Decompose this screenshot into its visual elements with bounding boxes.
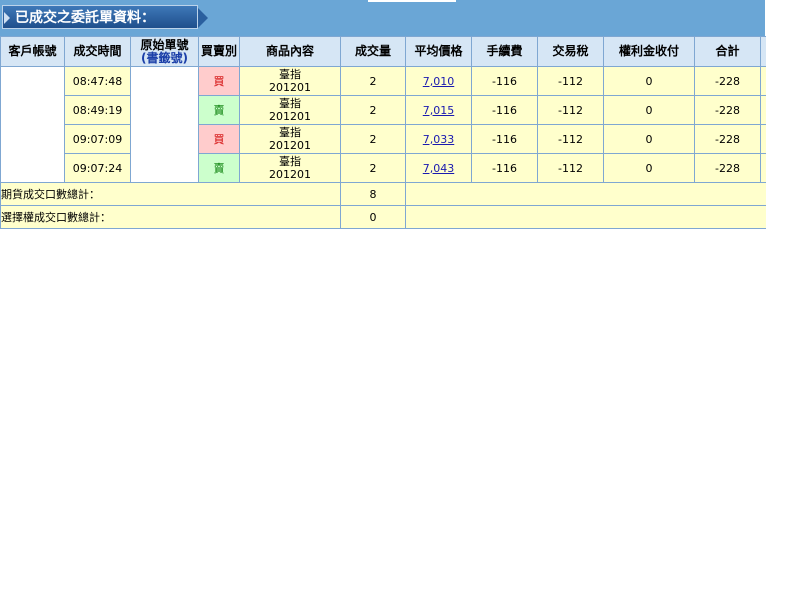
- order-no-cell: [130, 66, 199, 183]
- avg-price-link[interactable]: 7,015: [423, 104, 455, 117]
- fee-cell: -116: [471, 95, 538, 125]
- total-cell: -228: [694, 153, 761, 183]
- total-cell: -228: [694, 95, 761, 125]
- tax-cell: -112: [537, 124, 604, 154]
- futures-total-blank: [405, 182, 766, 206]
- product-month: 201201: [269, 81, 311, 94]
- premium-cell: 0: [603, 66, 695, 96]
- table-row: 08:49:19 賣 臺指 201201 2 7,015 -116 -112 0…: [1, 95, 766, 125]
- edge-cell: [760, 95, 766, 125]
- side-cell-buy: 買: [198, 66, 240, 96]
- options-total-label: 選擇權成交口數總計：: [0, 205, 341, 229]
- col-header-product[interactable]: 商品內容: [239, 36, 341, 67]
- col-header-account[interactable]: 客戶帳號: [0, 36, 65, 67]
- product-cell: 臺指 201201: [239, 153, 341, 183]
- tax-cell: -112: [537, 66, 604, 96]
- product-month: 201201: [269, 110, 311, 123]
- product-month: 201201: [269, 168, 311, 181]
- fee-cell: -116: [471, 66, 538, 96]
- col-header-total[interactable]: 合計: [694, 36, 761, 67]
- title-right-arrow-icon: [198, 8, 208, 28]
- avg-price-link[interactable]: 7,033: [423, 133, 455, 146]
- product-cell: 臺指 201201: [239, 124, 341, 154]
- fee-cell: -116: [471, 124, 538, 154]
- col-header-time[interactable]: 成交時間: [64, 36, 131, 67]
- avg-price-cell: 7,015: [405, 95, 472, 125]
- premium-cell: 0: [603, 153, 695, 183]
- banner-notch: [368, 0, 456, 2]
- col-header-tax[interactable]: 交易稅: [537, 36, 604, 67]
- table-row: 08:47:48 買 臺指 201201 2 7,010 -116 -112 0…: [0, 66, 766, 183]
- product-name: 臺指: [279, 68, 301, 81]
- product-month: 201201: [269, 139, 311, 152]
- avg-price-cell: 7,010: [405, 66, 472, 96]
- product-cell: 臺指 201201: [239, 95, 341, 125]
- time-cell: 08:47:48: [64, 66, 131, 96]
- time-cell: 09:07:24: [64, 153, 131, 183]
- tax-cell: -112: [537, 95, 604, 125]
- time-cell: 09:07:09: [64, 124, 131, 154]
- account-cell: [0, 66, 65, 183]
- section-title-tab: 已成交之委託單資料：: [2, 5, 208, 29]
- total-cell: -228: [694, 124, 761, 154]
- col-header-premium[interactable]: 權利金收付: [603, 36, 695, 67]
- title-left-arrow-icon: [4, 12, 10, 24]
- options-total-blank: [405, 205, 766, 229]
- time-cell: 08:49:19: [64, 95, 131, 125]
- avg-price-cell: 7,043: [405, 153, 472, 183]
- qty-cell: 2: [340, 124, 406, 154]
- col-header-side[interactable]: 買賣別: [198, 36, 240, 67]
- edge-cell: [760, 124, 766, 154]
- section-title: 已成交之委託單資料：: [15, 10, 155, 26]
- product-name: 臺指: [279, 126, 301, 139]
- filled-orders-table: 客戶帳號 成交時間 原始單號 (書籤號) 買賣別 商品內容 成交量 平均價格 手…: [0, 36, 766, 229]
- premium-cell: 0: [603, 124, 695, 154]
- side-cell-sell: 賣: [198, 153, 240, 183]
- tax-cell: -112: [537, 153, 604, 183]
- edge-cell: [760, 66, 766, 96]
- options-total-value: 0: [340, 205, 406, 229]
- avg-price-link[interactable]: 7,043: [423, 162, 455, 175]
- product-name: 臺指: [279, 155, 301, 168]
- total-cell: -228: [694, 66, 761, 96]
- product-cell: 臺指 201201: [239, 66, 341, 96]
- col-header-edge: [760, 36, 766, 67]
- top-banner: 已成交之委託單資料：: [0, 0, 765, 36]
- product-name: 臺指: [279, 97, 301, 110]
- avg-price-cell: 7,033: [405, 124, 472, 154]
- qty-cell: 2: [340, 153, 406, 183]
- premium-cell: 0: [603, 95, 695, 125]
- summary-row-futures: 期貨成交口數總計： 8: [0, 182, 766, 206]
- futures-total-value: 8: [340, 182, 406, 206]
- avg-price-link[interactable]: 7,010: [423, 75, 455, 88]
- col-header-avg-price[interactable]: 平均價格: [405, 36, 472, 67]
- fee-cell: -116: [471, 153, 538, 183]
- order-no-header-line2: (書籤號): [141, 50, 188, 65]
- table-row: 09:07:09 買 臺指 201201 2 7,033 -116 -112 0…: [1, 124, 766, 154]
- order-no-header-line1: 原始單號: [140, 37, 189, 52]
- futures-total-label: 期貨成交口數總計：: [0, 182, 341, 206]
- summary-row-options: 選擇權成交口數總計： 0: [0, 205, 766, 229]
- table-row: 09:07:24 賣 臺指 201201 2 7,043 -116 -112 0…: [1, 153, 766, 183]
- col-header-fee[interactable]: 手續費: [471, 36, 538, 67]
- table-header-row: 客戶帳號 成交時間 原始單號 (書籤號) 買賣別 商品內容 成交量 平均價格 手…: [0, 36, 766, 67]
- edge-cell: [760, 153, 766, 183]
- col-header-qty[interactable]: 成交量: [340, 36, 406, 67]
- side-cell-sell: 賣: [198, 95, 240, 125]
- side-cell-buy: 買: [198, 124, 240, 154]
- col-header-order-no[interactable]: 原始單號 (書籤號): [130, 36, 199, 67]
- qty-cell: 2: [340, 95, 406, 125]
- qty-cell: 2: [340, 66, 406, 96]
